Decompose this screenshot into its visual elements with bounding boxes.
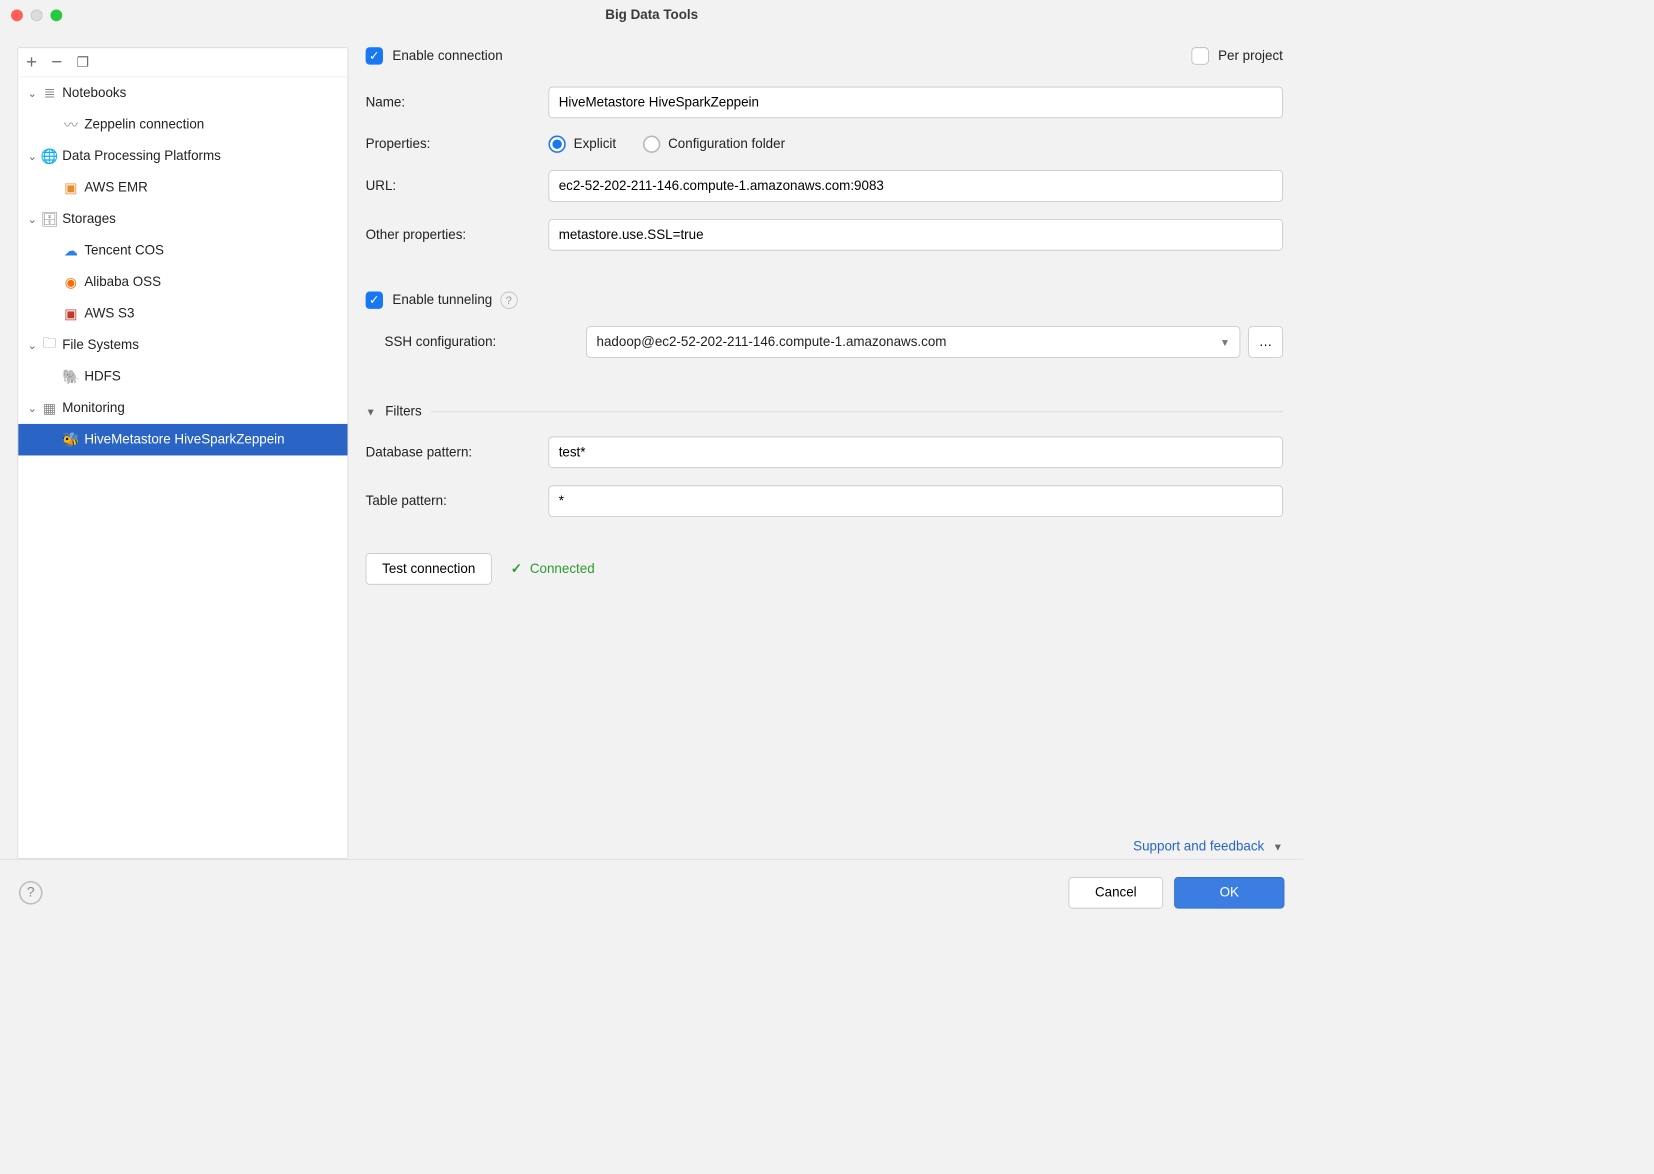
window-zoom-icon[interactable] [50,9,62,21]
url-label: URL: [366,178,549,194]
tree-item-label: Alibaba OSS [81,274,161,290]
support-feedback-label: Support and feedback [1133,838,1264,853]
grid-icon: ▦ [40,400,59,417]
oss-icon: ◉ [61,274,81,291]
help-button[interactable]: ? [19,881,43,905]
divider [431,411,1283,412]
tree-group-label: Storages [59,211,116,227]
enable-connection-label: Enable connection [392,48,502,64]
enable-tunneling-checkbox[interactable]: ✓ [366,292,383,309]
database-pattern-input[interactable] [548,437,1282,469]
name-label: Name: [366,95,549,111]
tree-item-tencent-cos[interactable]: ☁ Tencent COS [18,235,347,267]
tree-group-label: Monitoring [59,400,125,416]
filters-section-title: Filters [385,403,421,419]
window-close-icon[interactable] [11,9,23,21]
url-input[interactable] [548,170,1282,202]
s3-icon: ▣ [61,305,81,322]
folder-icon: 🗀 [40,333,59,357]
connections-sidebar: + − ❐ ⌄ ≣ Notebooks 〰 Zeppelin connectio… [17,47,348,859]
tree-item-hdfs[interactable]: 🐘 HDFS [18,361,347,393]
chevron-down-icon: ▼ [1220,336,1230,348]
database-pattern-label: Database pattern: [366,444,549,460]
test-connection-button[interactable]: Test connection [366,553,492,585]
chevron-down-icon: ▼ [1273,841,1283,853]
support-feedback-link[interactable]: Support and feedback ▼ [366,838,1283,858]
window-title: Big Data Tools [0,7,1303,23]
storage-icon: 🗄 [40,211,59,228]
tree-group-notebooks[interactable]: ⌄ ≣ Notebooks [18,77,347,109]
tree-item-label: HiveMetastore HiveSparkZeppein [81,432,284,448]
table-pattern-input[interactable] [548,485,1282,517]
hive-icon: 🐝 [61,431,81,448]
ssh-config-value: hadoop@ec2-52-202-211-146.compute-1.amaz… [597,334,947,350]
properties-config-folder-label: Configuration folder [668,136,785,152]
table-pattern-label: Table pattern: [366,493,549,509]
tree-item-label: Zeppelin connection [81,117,204,133]
emr-icon: ▣ [61,179,81,196]
tree-item-aws-s3[interactable]: ▣ AWS S3 [18,298,347,330]
chevron-down-icon: ⌄ [24,149,40,162]
ok-button[interactable]: OK [1174,877,1284,909]
tree-group-monitoring[interactable]: ⌄ ▦ Monitoring [18,392,347,424]
enable-tunneling-label: Enable tunneling [392,292,492,308]
tree-item-aws-emr[interactable]: ▣ AWS EMR [18,172,347,204]
tree-group-storages[interactable]: ⌄ 🗄 Storages [18,203,347,235]
connection-form: ✓ Enable connection Per project Name: Pr… [366,47,1286,859]
hdfs-icon: 🐘 [61,368,81,385]
tree-group-label: Notebooks [59,85,126,101]
tree-item-label: HDFS [81,369,121,385]
list-icon: ≣ [40,85,59,102]
properties-explicit-label: Explicit [574,136,616,152]
per-project-checkbox[interactable] [1191,47,1208,64]
tree-item-hivemetastore[interactable]: 🐝 HiveMetastore HiveSparkZeppein [18,424,347,456]
connection-status: Connected [530,561,595,577]
tree-item-label: Tencent COS [81,243,164,259]
cos-icon: ☁ [61,242,81,259]
other-properties-input[interactable] [548,219,1282,251]
chevron-down-icon: ⌄ [24,401,40,414]
ssh-config-label: SSH configuration: [366,334,587,350]
chevron-down-icon: ⌄ [24,212,40,225]
help-icon[interactable]: ? [500,292,517,309]
ssh-config-browse-button[interactable]: … [1248,326,1283,358]
tree-item-label: AWS S3 [81,306,134,322]
remove-connection-icon[interactable]: − [51,53,62,72]
properties-config-folder-radio[interactable] [643,136,660,153]
properties-label: Properties: [366,136,549,152]
add-connection-icon[interactable]: + [26,53,37,72]
other-properties-label: Other properties: [366,227,549,243]
chevron-down-icon: ⌄ [24,86,40,99]
checkmark-icon: ✓ [511,561,522,577]
ssh-config-dropdown[interactable]: hadoop@ec2-52-202-211-146.compute-1.amaz… [586,326,1240,358]
tree-group-label: Data Processing Platforms [59,148,221,164]
enable-connection-checkbox[interactable]: ✓ [366,47,383,64]
copy-connection-icon[interactable]: ❐ [76,55,89,69]
tree-group-file-systems[interactable]: ⌄ 🗀 File Systems [18,329,347,361]
tree-group-data-processing[interactable]: ⌄ 🌐 Data Processing Platforms [18,140,347,172]
cancel-button[interactable]: Cancel [1069,877,1164,909]
collapse-filters-icon[interactable]: ▼ [366,405,376,417]
window-minimize-icon [31,9,43,21]
per-project-label: Per project [1218,48,1283,64]
tree-item-alibaba-oss[interactable]: ◉ Alibaba OSS [18,266,347,298]
properties-explicit-radio[interactable] [548,136,565,153]
tree-item-label: AWS EMR [81,180,148,196]
name-input[interactable] [548,87,1282,119]
tree-group-label: File Systems [59,337,139,353]
chevron-down-icon: ⌄ [24,338,40,351]
attachment-icon: 〰 [61,114,81,134]
globe-icon: 🌐 [40,148,59,165]
tree-item-zeppelin[interactable]: 〰 Zeppelin connection [18,109,347,141]
